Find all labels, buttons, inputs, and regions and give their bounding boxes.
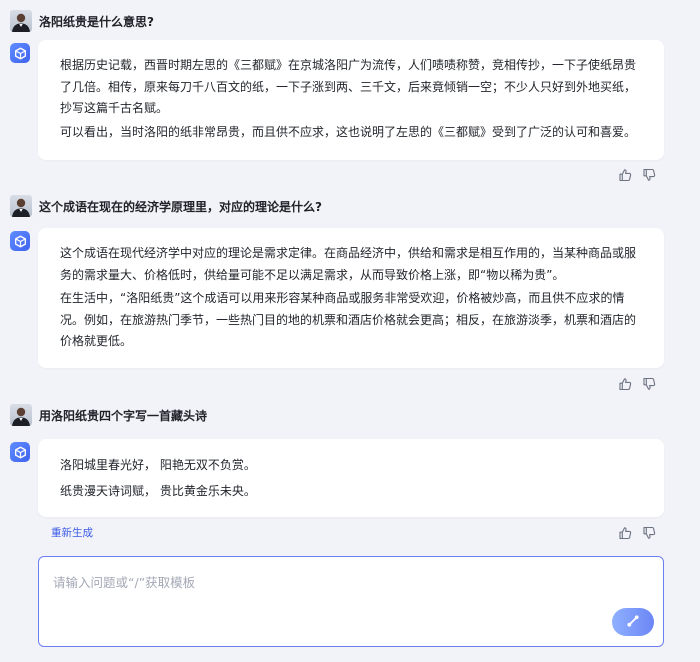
answer-card: 洛阳城里春光好， 阳艳无双不负赏。 纸贵漫天诗词赋， 贵比黄金乐未央。 — [38, 439, 664, 517]
feedback-bar — [618, 525, 656, 540]
user-message: 用洛阳纸贵四个字写一首藏头诗 — [10, 404, 207, 426]
send-button[interactable] — [612, 608, 654, 636]
thumbs-down-icon[interactable] — [642, 167, 656, 181]
thumbs-down-icon[interactable] — [642, 376, 656, 390]
regenerate-button[interactable]: 重新生成 — [51, 525, 93, 540]
bot-cube-icon — [10, 231, 30, 251]
answer-paragraph: 这个成语在现代经济学中对应的理论是需求定律。在商品经济中，供给和需求是相互作用的… — [60, 246, 637, 282]
bot-cube-icon — [10, 43, 30, 63]
answer-paragraph: 根据历史记载，西晋时期左思的《三都赋》在京城洛阳广为流传，人们啧啧称赞，竞相传抄… — [60, 58, 637, 115]
user-question: 这个成语在现在的经济学原理里，对应的理论是什么? — [39, 199, 322, 214]
send-icon — [626, 613, 640, 632]
answer-paragraph: 可以看出，当时洛阳的纸非常昂贵，而且供不应求，这也说明了左思的《三都赋》受到了广… — [60, 124, 637, 139]
question-input[interactable] — [51, 570, 615, 614]
feedback-bar — [618, 376, 656, 391]
user-question: 洛阳纸贵是什么意思? — [39, 14, 154, 29]
user-avatar — [10, 195, 32, 217]
thumbs-up-icon[interactable] — [618, 525, 632, 540]
poem-line: 纸贵漫天诗词赋， 贵比黄金乐未央。 — [60, 484, 256, 498]
user-avatar — [10, 404, 32, 426]
answer-paragraph: 在生活中，“洛阳纸贵”这个成语可以用来形容某种商品或服务非常受欢迎，价格被炒高，… — [60, 291, 637, 348]
answer-card: 根据历史记载，西晋时期左思的《三都赋》在京城洛阳广为流传，人们啧啧称赞，竞相传抄… — [38, 40, 664, 160]
bot-cube-icon — [10, 442, 30, 462]
user-message: 洛阳纸贵是什么意思? — [10, 10, 154, 32]
user-question: 用洛阳纸贵四个字写一首藏头诗 — [39, 408, 208, 423]
answer-card: 这个成语在现代经济学中对应的理论是需求定律。在商品经济中，供给和需求是相互作用的… — [38, 228, 664, 368]
feedback-bar — [618, 167, 656, 182]
user-avatar — [10, 10, 32, 32]
thumbs-up-icon[interactable] — [618, 167, 632, 182]
thumbs-up-icon[interactable] — [618, 376, 632, 391]
chat-input-box — [38, 556, 664, 647]
poem-line: 洛阳城里春光好， 阳艳无双不负赏。 — [60, 458, 256, 472]
user-message: 这个成语在现在的经济学原理里，对应的理论是什么? — [10, 195, 322, 217]
thumbs-down-icon[interactable] — [642, 525, 656, 539]
